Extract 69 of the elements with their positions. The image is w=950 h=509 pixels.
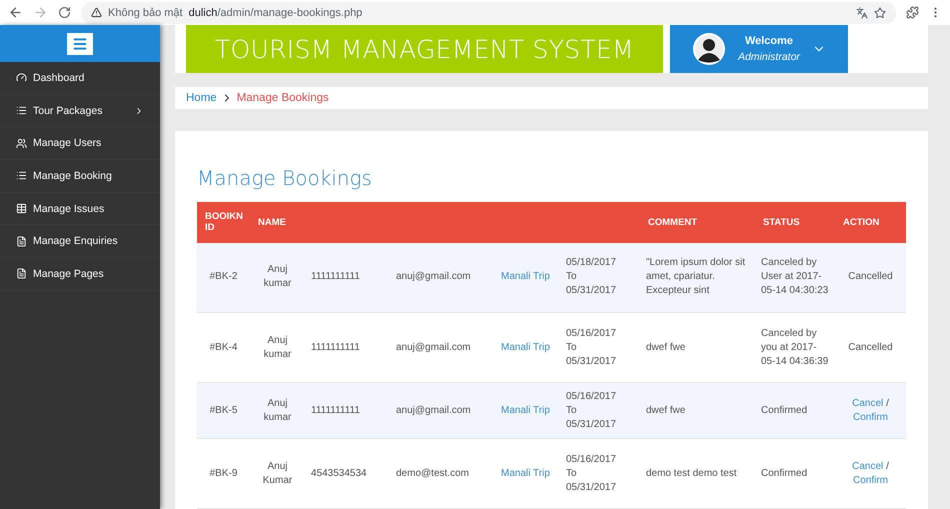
system-title-banner: TOURISM MANAGEMENT SYSTEM: [186, 25, 663, 73]
phone-number: 1111111111: [311, 404, 360, 418]
page-title: Manage Bookings: [197, 166, 372, 190]
file-icon: [16, 268, 27, 280]
confirm-link[interactable]: Confirm: [852, 412, 888, 422]
column-header: COMMENT: [640, 202, 755, 242]
menu-toggle-button[interactable]: [67, 32, 93, 54]
comment: dwef fwe: [646, 404, 686, 418]
email: demo@test.com: [396, 466, 469, 480]
breadcrumb-link[interactable]: Home: [186, 92, 217, 104]
table-icon: [16, 203, 27, 214]
extensions-icon[interactable]: [906, 6, 919, 19]
action-status: Cancelled: [848, 340, 893, 354]
column-header: STATUS: [755, 202, 835, 242]
customer-name: Anuj Kumar: [262, 460, 294, 488]
customer-name: Anuj kumar: [262, 334, 292, 362]
menu-icon: [72, 36, 88, 52]
date-range: 05/16/2017 To 05/31/2017: [566, 326, 616, 368]
package-link[interactable]: Manali Trip: [501, 271, 550, 282]
url: dulich/admin/manage-bookings.php: [188, 6, 362, 18]
comment: dwef fwe: [646, 340, 686, 354]
date-range: 05/16/2017 To 05/31/2017: [566, 390, 616, 432]
translate-icon[interactable]: [856, 6, 868, 18]
separator: /: [886, 396, 889, 410]
package-link[interactable]: Manali Trip: [501, 468, 550, 478]
warning-icon: [91, 7, 102, 18]
column-header: ACTION: [835, 202, 906, 242]
cancel-link[interactable]: Cancel: [852, 398, 884, 408]
phone-number: 1111111111: [311, 270, 360, 284]
column-header: BOOIKN ID: [197, 202, 250, 242]
confirm-link[interactable]: Confirm: [852, 474, 888, 486]
security-label: Không bảo mật: [108, 6, 183, 18]
avatar-icon: [692, 32, 726, 66]
booking-id: #BK-2: [210, 270, 238, 284]
booking-status: Confirmed: [761, 404, 808, 418]
phone-number: 1111111111: [311, 340, 360, 354]
reload-icon[interactable]: [58, 6, 71, 19]
booking-status: Confirmed: [761, 466, 808, 480]
booking-id: #BK-4: [210, 340, 238, 354]
email: anuj@gmail.com: [396, 340, 471, 354]
phone-number: 4543534534: [311, 466, 367, 480]
booking-status: Canceled by User at 2017-05-14 04:30:23: [761, 256, 829, 298]
column-header: NAME: [250, 202, 305, 242]
back-icon[interactable]: [8, 5, 23, 20]
booking-id: #BK-9: [210, 466, 238, 480]
dashboard-icon: [16, 72, 27, 84]
user-menu-button[interactable]: Welcome Administrator: [670, 25, 848, 73]
users-icon: [16, 138, 27, 149]
booking-status: Canceled by you at 2017-05-14 04:36:39: [761, 326, 829, 368]
package-link[interactable]: Manali Trip: [501, 404, 550, 416]
email: anuj@gmail.com: [396, 404, 471, 418]
date-range: 05/16/2017 To 05/31/2017: [566, 452, 616, 494]
breadcrumb-current: Manage Bookings: [236, 92, 329, 104]
comment: "Lorem ipsum dolor sit amet, cpariatur. Excepteur sint: [646, 256, 746, 298]
list-icon: [16, 170, 27, 182]
email: anuj@gmail.com: [396, 270, 471, 284]
bookmark-icon[interactable]: [874, 6, 886, 18]
customer-name: Anuj kumar: [262, 263, 292, 292]
separator: /: [886, 460, 889, 474]
booking-id: #BK-5: [210, 404, 238, 418]
address-bar[interactable]: Không bảo mật dulich/admin/manage-bookings.php: [81, 2, 896, 24]
action-status: Cancelled: [848, 270, 893, 284]
list-icon: [16, 105, 27, 116]
customer-name: Anuj kumar: [262, 396, 292, 424]
date-range: 05/18/2017 To 05/31/2017: [566, 256, 616, 298]
package-link[interactable]: Manali Trip: [501, 342, 550, 352]
file-icon: [16, 236, 27, 247]
cancel-link[interactable]: Cancel: [852, 460, 884, 472]
comment: demo test demo test: [646, 466, 737, 480]
